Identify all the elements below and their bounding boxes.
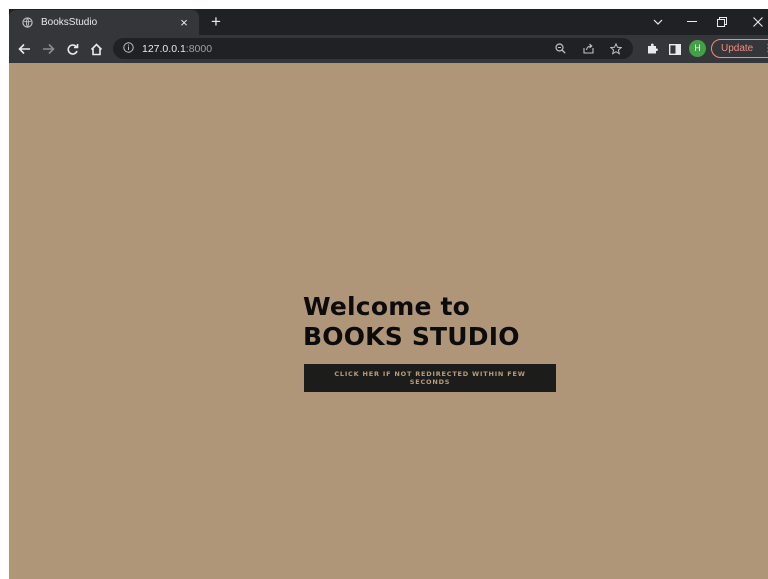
welcome-heading: Welcome to BOOKS STUDIO <box>303 292 520 352</box>
back-arrow-icon[interactable] <box>13 38 35 60</box>
share-icon[interactable] <box>579 40 597 58</box>
restore-button[interactable] <box>706 9 738 35</box>
menu-dots-icon[interactable]: ⋮ <box>763 43 768 54</box>
tab-booksstudio[interactable]: BooksStudio × <box>9 10 199 35</box>
profile-avatar[interactable]: H <box>689 40 706 57</box>
tab-strip: BooksStudio × + <box>9 9 768 35</box>
redirect-button[interactable]: CLICK HER IF NOT REDIRECTED WITHIN FEW S… <box>304 364 556 392</box>
tab-title: BooksStudio <box>41 17 98 28</box>
home-icon[interactable] <box>85 38 107 60</box>
minimize-button[interactable] <box>676 9 708 35</box>
update-label: Update <box>721 43 754 54</box>
close-window-button[interactable] <box>742 9 768 35</box>
browser-window: BooksStudio × + 127.0.0.1:8000 H Update … <box>9 9 768 579</box>
url-text: 127.0.0.1:8000 <box>142 42 213 55</box>
tab-search-icon[interactable] <box>642 9 674 35</box>
update-button[interactable]: Update ⋮ <box>711 39 768 58</box>
zoom-icon[interactable] <box>551 40 569 58</box>
page-viewport: Welcome to BOOKS STUDIO CLICK HER IF NOT… <box>9 63 768 579</box>
side-panel-icon[interactable] <box>666 40 684 58</box>
new-tab-button[interactable]: + <box>206 12 226 32</box>
star-icon[interactable] <box>607 40 625 58</box>
extensions-icon[interactable] <box>643 40 661 58</box>
tab-close-icon[interactable]: × <box>177 15 191 30</box>
reload-icon[interactable] <box>61 38 83 60</box>
heading-line-1: Welcome to <box>303 292 471 321</box>
heading-line-2: BOOKS STUDIO <box>303 322 520 351</box>
info-icon[interactable] <box>123 40 134 58</box>
forward-arrow-icon[interactable] <box>37 38 59 60</box>
address-bar-actions <box>551 38 625 59</box>
globe-icon <box>21 17 33 29</box>
address-bar[interactable]: 127.0.0.1:8000 <box>113 38 633 59</box>
browser-toolbar: 127.0.0.1:8000 H Update ⋮ <box>9 35 768 63</box>
